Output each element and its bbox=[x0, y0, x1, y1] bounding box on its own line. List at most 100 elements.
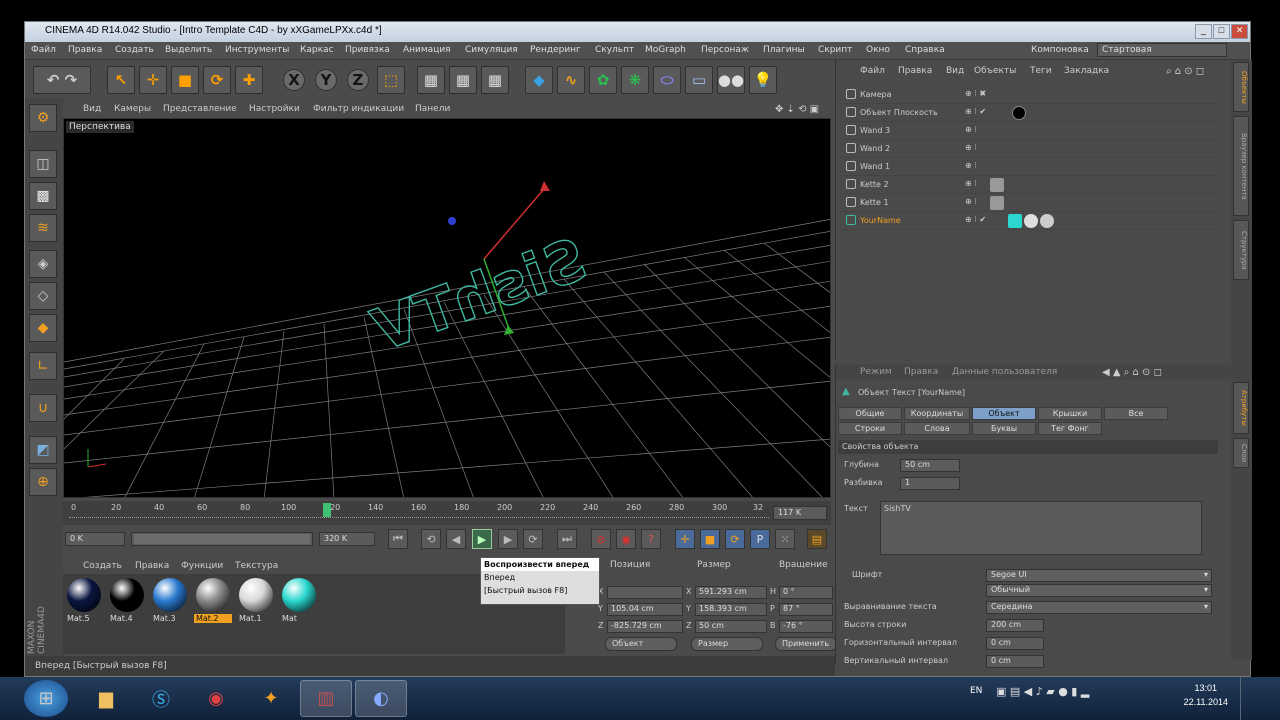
cube-primitive-icon[interactable]: ◆ bbox=[525, 66, 553, 94]
spline-pen-icon[interactable]: ∿ bbox=[557, 66, 585, 94]
tab-content-browser[interactable]: Браузер контента bbox=[1233, 116, 1249, 216]
object-row[interactable]: Kette 1 ⊕ ⁝ bbox=[840, 194, 1220, 212]
playhead-marker[interactable] bbox=[323, 503, 331, 517]
viewport-menu-filter[interactable]: Фильтр индикации bbox=[313, 104, 404, 114]
material-menu-functions[interactable]: Функции bbox=[181, 561, 223, 571]
chrome-icon[interactable]: ◉ bbox=[190, 680, 242, 717]
menu-edit[interactable]: Правка bbox=[68, 45, 102, 55]
prev-frame-icon[interactable]: ◀ bbox=[446, 529, 466, 549]
prev-key-icon[interactable]: ⟲ bbox=[421, 529, 441, 549]
tab-structure[interactable]: Структура bbox=[1233, 220, 1249, 280]
viewport-menu-display[interactable]: Представление bbox=[163, 104, 237, 114]
layout-select[interactable]: Стартовая bbox=[1097, 43, 1227, 57]
texture-mode-icon[interactable]: ▩ bbox=[29, 182, 57, 210]
model-mode-icon[interactable]: ◫ bbox=[29, 150, 57, 178]
object-row[interactable]: Wand 2 ⊕ ⁝ bbox=[840, 140, 1220, 158]
object-search-icon[interactable]: ⌕ ⌂ ⊙ ◻ bbox=[1166, 66, 1204, 77]
menu-create[interactable]: Создать bbox=[115, 45, 154, 55]
material-menu-create[interactable]: Создать bbox=[83, 561, 122, 571]
material-tag-icon[interactable] bbox=[990, 178, 1004, 192]
skype-icon[interactable]: Ⓢ bbox=[135, 680, 187, 717]
menu-simulate[interactable]: Симуляция bbox=[465, 45, 518, 55]
menu-file[interactable]: Файл bbox=[31, 45, 56, 55]
render-settings-icon[interactable]: ▦ bbox=[481, 66, 509, 94]
visibility-flags-icon[interactable]: ⊕ ⁝ bbox=[965, 197, 977, 206]
horizontal-spacing-field[interactable]: 0 cm bbox=[986, 637, 1044, 650]
material-swatch[interactable]: Mat.5 bbox=[65, 576, 103, 626]
viewport-menu-options[interactable]: Настройки bbox=[249, 104, 300, 114]
edges-mode-icon[interactable]: ◇ bbox=[29, 282, 57, 310]
visibility-flags-icon[interactable]: ⊕ ⁝ ✔ bbox=[965, 107, 986, 116]
3d-viewport[interactable]: SishTV Перспектива bbox=[63, 118, 831, 498]
attribute-nav-icon[interactable]: ◀ ▲ ⌕ ⌂ ⊙ ◻ bbox=[1102, 367, 1162, 378]
clock[interactable]: 13:01 22.11.2014 bbox=[1184, 681, 1228, 709]
viewport-menu-cameras[interactable]: Камеры bbox=[114, 104, 151, 114]
viewport-menu-panel[interactable]: Панели bbox=[415, 104, 450, 114]
render-view-icon[interactable]: ▦ bbox=[417, 66, 445, 94]
deformer-icon[interactable]: ⬭ bbox=[653, 66, 681, 94]
move-tool-icon[interactable]: ✛ bbox=[139, 66, 167, 94]
menu-mesh[interactable]: Каркас bbox=[300, 45, 334, 55]
material-tag-icon[interactable] bbox=[1024, 214, 1038, 228]
workplane-mode-icon[interactable]: ≋ bbox=[29, 214, 57, 242]
cinema4d-icon[interactable]: ◐ bbox=[355, 680, 407, 717]
visibility-flags-icon[interactable]: ⊕ ⁝ bbox=[965, 143, 977, 152]
object-menu-file[interactable]: Файл bbox=[860, 66, 885, 76]
render-picture-viewer-icon[interactable]: ▦ bbox=[449, 66, 477, 94]
rot-b-field[interactable]: -76 ° bbox=[779, 620, 833, 633]
menu-help[interactable]: Справка bbox=[905, 45, 945, 55]
lock-workplane-icon[interactable]: ◩ bbox=[29, 436, 57, 464]
menu-plugins[interactable]: Плагины bbox=[763, 45, 805, 55]
material-swatch[interactable]: Mat.3 bbox=[151, 576, 189, 626]
menu-character[interactable]: Персонаж bbox=[701, 45, 749, 55]
live-select-icon[interactable]: ✚ bbox=[235, 66, 263, 94]
goto-end-icon[interactable]: ⏭ bbox=[557, 529, 577, 549]
close-button[interactable]: ✕ bbox=[1231, 24, 1248, 39]
key-pla-icon[interactable]: ⁙ bbox=[775, 529, 795, 549]
object-row[interactable]: Wand 3 ⊕ ⁝ bbox=[840, 122, 1220, 140]
menu-select[interactable]: Выделить bbox=[165, 45, 212, 55]
size-mode-dropdown[interactable]: Размер bbox=[691, 637, 763, 651]
object-menu-tags[interactable]: Теги bbox=[1030, 66, 1052, 76]
material-menu-edit[interactable]: Правка bbox=[135, 561, 169, 571]
depth-field[interactable]: 50 cm bbox=[900, 459, 960, 472]
tab-coordinates[interactable]: Координаты bbox=[904, 407, 970, 420]
visibility-flags-icon[interactable]: ⊕ ⁝ bbox=[965, 179, 977, 188]
pos-y-field[interactable]: 105.04 cm bbox=[607, 603, 683, 616]
z-axis-lock-icon[interactable]: Z bbox=[347, 69, 369, 91]
tab-object[interactable]: Объект bbox=[972, 407, 1036, 420]
menu-script[interactable]: Скрипт bbox=[818, 45, 852, 55]
material-tag-icon[interactable] bbox=[1012, 106, 1026, 120]
object-row[interactable]: Kette 2 ⊕ ⁝ bbox=[840, 176, 1220, 194]
attribute-menu-edit[interactable]: Правка bbox=[904, 367, 938, 377]
object-row[interactable]: Камера ⊕ ⁝ ✖ bbox=[840, 86, 1220, 104]
menu-sculpt[interactable]: Скульпт bbox=[595, 45, 634, 55]
viewport-menu-view[interactable]: Вид bbox=[83, 104, 101, 114]
nurbs-icon[interactable]: ✿ bbox=[589, 66, 617, 94]
tab-objects[interactable]: Объекты bbox=[1233, 62, 1249, 112]
rot-p-field[interactable]: 87 ° bbox=[779, 603, 833, 616]
vertical-spacing-field[interactable]: 0 cm bbox=[986, 655, 1044, 668]
timeline-window-icon[interactable]: ▤ bbox=[807, 529, 827, 549]
end-frame-field[interactable]: 320 K bbox=[319, 532, 375, 546]
object-row-selected[interactable]: YourName ⊕ ⁝ ✔ bbox=[840, 212, 1220, 230]
tray-icons[interactable]: ▣ ▤ ◀ ♪ ▰ ● ▮ ▂ bbox=[996, 685, 1089, 698]
explorer-icon[interactable]: ▆ bbox=[80, 680, 132, 717]
tab-lines[interactable]: Строки bbox=[838, 422, 902, 435]
axis-mode-icon[interactable]: ∟ bbox=[29, 352, 57, 380]
material-tag-icon[interactable] bbox=[1040, 214, 1054, 228]
tab-phong-tag[interactable]: Тег Фонг bbox=[1038, 422, 1102, 435]
visibility-flags-icon[interactable]: ⊕ ⁝ ✖ bbox=[965, 89, 986, 98]
magnet-icon[interactable]: ∪ bbox=[29, 394, 57, 422]
material-tag-icon[interactable] bbox=[990, 196, 1004, 210]
rotate-tool-icon[interactable]: ⟳ bbox=[203, 66, 231, 94]
tab-letters[interactable]: Буквы bbox=[972, 422, 1036, 435]
y-axis-lock-icon[interactable]: Y bbox=[315, 69, 337, 91]
undo-redo-icon[interactable]: ↶ ↷ bbox=[33, 66, 91, 94]
key-param-icon[interactable]: P bbox=[750, 529, 770, 549]
play-forward-icon[interactable]: ▶ bbox=[472, 529, 492, 549]
size-z-field[interactable]: 50 cm bbox=[695, 620, 767, 633]
visibility-flags-icon[interactable]: ⊕ ⁝ ✔ bbox=[965, 215, 986, 224]
object-row[interactable]: Объект Плоскость ⊕ ⁝ ✔ bbox=[840, 104, 1220, 122]
key-position-icon[interactable]: ✛ bbox=[675, 529, 695, 549]
